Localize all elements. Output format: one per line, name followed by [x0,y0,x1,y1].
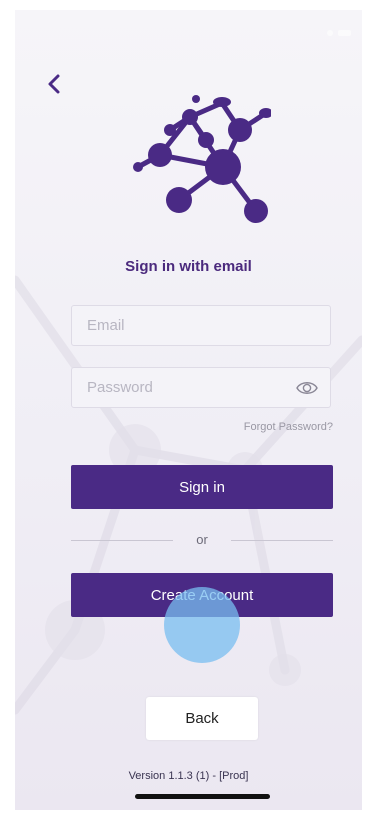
back-button-label: Back [185,710,219,727]
or-divider: or [71,532,333,548]
back-button[interactable]: Back [146,697,258,740]
email-field-container[interactable] [71,305,331,346]
sign-in-button[interactable]: Sign in [71,465,333,509]
divider-line-right [231,540,333,541]
sign-in-screen: Sign in with email Forgot Password? Sign… [15,10,362,810]
page-title: Sign in with email [125,258,252,275]
version-label: Version 1.1.3 (1) - [Prod] [128,770,249,782]
create-account-button[interactable]: Create Account [71,573,333,617]
chevron-left-icon[interactable] [43,72,67,96]
eye-icon[interactable] [296,379,318,397]
email-input[interactable] [72,306,287,345]
sign-in-button-label: Sign in [179,478,225,496]
molecule-logo-icon [133,95,271,223]
password-input[interactable] [72,368,287,407]
create-account-button-label: Create Account [150,586,254,604]
home-indicator[interactable] [135,794,270,799]
status-bar-icons [327,30,351,36]
forgot-password-link[interactable]: Forgot Password? [244,421,333,433]
password-field-container[interactable] [71,367,331,408]
